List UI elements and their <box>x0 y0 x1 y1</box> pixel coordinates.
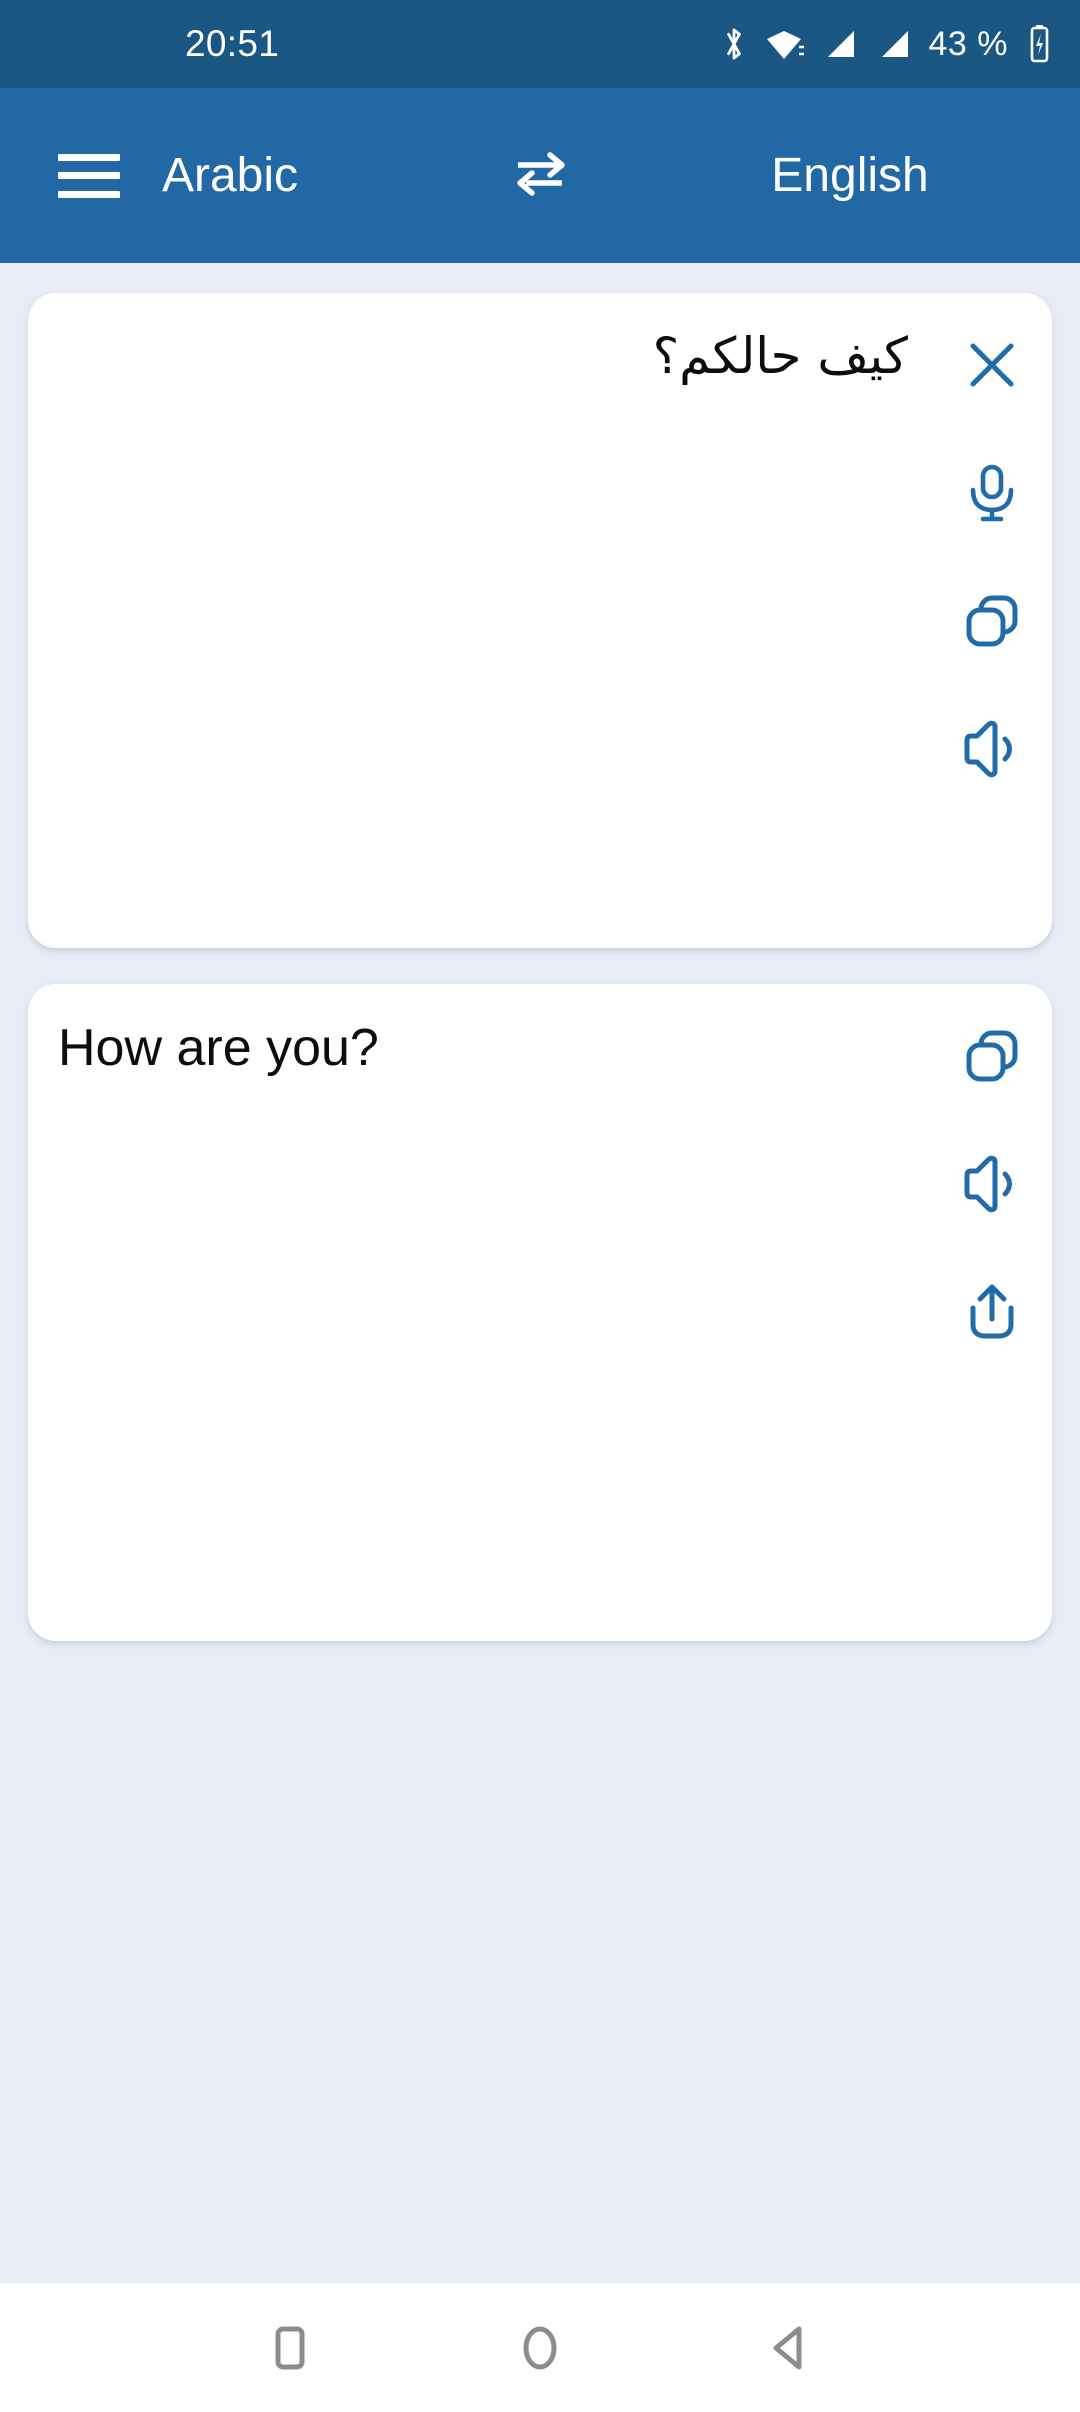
translation-text: How are you? <box>58 1019 379 1077</box>
copy-translation-button[interactable] <box>944 1008 1040 1104</box>
copy-source-button[interactable] <box>944 573 1040 669</box>
speak-source-button[interactable] <box>944 701 1040 797</box>
source-text-area[interactable]: كيف حالكم؟ <box>28 293 932 948</box>
copy-icon <box>961 590 1023 652</box>
share-translation-button[interactable] <box>944 1264 1040 1360</box>
speaker-icon <box>961 1155 1023 1213</box>
speaker-icon <box>961 720 1023 778</box>
battery-percentage-label: 43 % <box>928 24 1008 63</box>
signal-sim1-icon <box>821 25 859 63</box>
bluetooth-icon <box>721 24 747 64</box>
battery-charging-icon <box>1026 23 1052 65</box>
status-bar: 20:51 43 % <box>0 0 1080 88</box>
recents-button[interactable] <box>165 2283 415 2412</box>
source-text[interactable]: كيف حالكم؟ <box>58 325 908 928</box>
voice-input-button[interactable] <box>944 445 1040 541</box>
translation-result-card: How are you? <box>28 984 1052 1641</box>
source-language-selector[interactable]: Arabic <box>0 148 460 203</box>
speak-translation-button[interactable] <box>944 1136 1040 1232</box>
copy-icon <box>961 1025 1023 1087</box>
close-icon <box>961 334 1023 396</box>
target-language-selector[interactable]: English <box>620 148 1080 203</box>
phone-screen: 20:51 43 % Arabic English كيف حالكم؟ How… <box>0 0 1080 2412</box>
swap-languages-icon <box>508 145 572 206</box>
source-text-card: كيف حالكم؟ <box>28 293 1052 948</box>
android-nav-bar <box>0 2283 1080 2412</box>
status-bar-icons: 43 % <box>721 23 1053 65</box>
app-bar: Arabic English <box>0 88 1080 263</box>
circle-icon <box>515 2321 565 2375</box>
microphone-icon <box>963 462 1021 524</box>
translation-text-area[interactable]: How are you? <box>28 984 932 1641</box>
signal-sim2-icon <box>875 25 913 63</box>
home-button[interactable] <box>415 2283 665 2412</box>
status-bar-clock: 20:51 <box>185 23 280 64</box>
back-button[interactable] <box>665 2283 915 2412</box>
swap-languages-button[interactable] <box>500 136 580 216</box>
clear-text-button[interactable] <box>944 317 1040 413</box>
share-icon <box>962 1281 1022 1343</box>
translation-content: كيف حالكم؟ How are you? <box>0 263 1080 2283</box>
translation-actions <box>932 984 1052 1641</box>
square-icon <box>268 2321 312 2375</box>
triangle-back-icon <box>765 2321 815 2375</box>
wifi-icon <box>763 25 805 63</box>
source-actions <box>932 293 1052 948</box>
